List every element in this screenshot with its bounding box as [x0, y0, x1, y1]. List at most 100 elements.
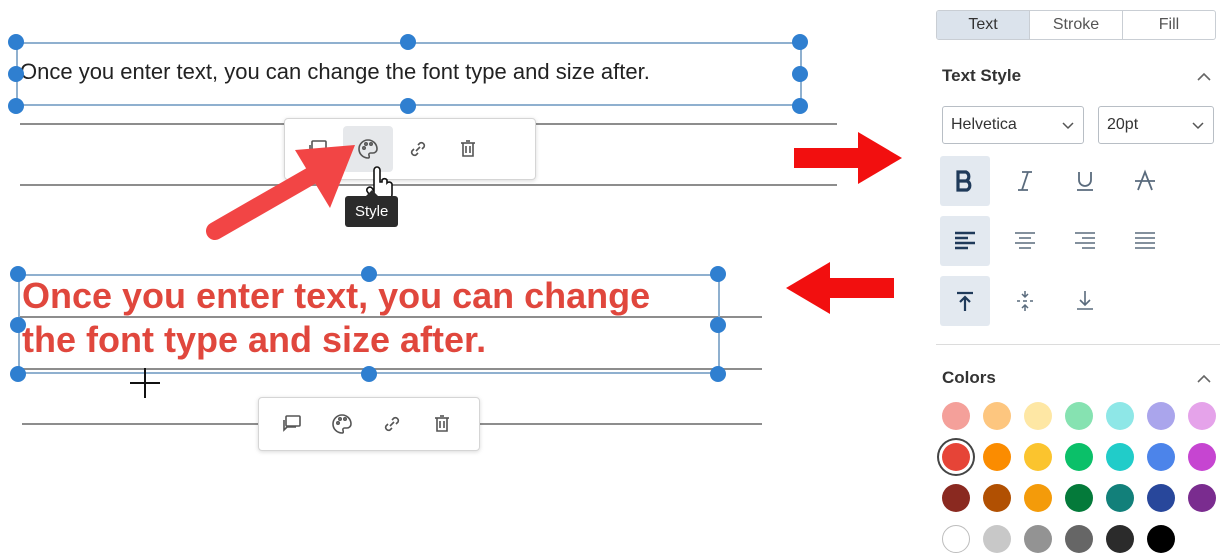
element-toolbar-bottom — [258, 397, 480, 451]
resize-handle[interactable] — [400, 34, 416, 50]
crosshair-cursor-icon — [130, 368, 160, 398]
resize-handle[interactable] — [792, 98, 808, 114]
color-swatch[interactable] — [983, 402, 1011, 430]
italic-button[interactable] — [1000, 156, 1050, 206]
bold-icon — [956, 170, 972, 192]
style-button[interactable] — [317, 404, 367, 444]
color-swatch[interactable] — [942, 443, 970, 471]
styled-text-line1: Once you enter text, you can change — [22, 275, 651, 316]
style-tabs: Text Stroke Fill — [936, 10, 1216, 40]
color-swatch[interactable] — [1065, 484, 1093, 512]
color-swatch[interactable] — [942, 484, 970, 512]
valign-bottom-button[interactable] — [1060, 276, 1110, 326]
delete-button[interactable] — [443, 126, 493, 172]
color-swatch[interactable] — [1065, 525, 1093, 553]
resize-handle[interactable] — [8, 66, 24, 82]
color-swatch[interactable] — [1065, 443, 1093, 471]
align-justify-icon — [1135, 232, 1155, 249]
color-swatch[interactable] — [1106, 484, 1134, 512]
color-swatch[interactable] — [1065, 402, 1093, 430]
link-button[interactable] — [367, 404, 417, 444]
resize-handle[interactable] — [400, 98, 416, 114]
colors-title: Colors — [942, 368, 996, 387]
color-swatch[interactable] — [1147, 402, 1175, 430]
tab-stroke[interactable]: Stroke — [1030, 11, 1123, 39]
resize-handle[interactable] — [10, 266, 26, 282]
color-swatch[interactable] — [1188, 484, 1216, 512]
tab-text[interactable]: Text — [937, 11, 1030, 39]
resize-handle[interactable] — [8, 98, 24, 114]
resize-handle[interactable] — [10, 317, 26, 333]
trash-icon — [435, 415, 449, 432]
color-swatch[interactable] — [983, 484, 1011, 512]
guide-line — [20, 184, 837, 186]
align-left-button[interactable] — [940, 216, 990, 266]
align-justify-button[interactable] — [1120, 216, 1170, 266]
color-swatch[interactable] — [1188, 443, 1216, 471]
chevron-up-icon[interactable] — [1196, 372, 1212, 384]
font-family-value: Helvetica — [951, 116, 1017, 133]
bold-button[interactable] — [940, 156, 990, 206]
color-swatch[interactable] — [983, 525, 1011, 553]
color-swatch[interactable] — [1024, 402, 1052, 430]
color-swatch[interactable] — [1147, 443, 1175, 471]
chevron-down-icon — [1192, 122, 1204, 130]
valign-middle-icon — [1017, 291, 1033, 311]
text-style-title: Text Style — [942, 66, 1022, 85]
resize-handle[interactable] — [10, 366, 26, 382]
resize-handle[interactable] — [710, 266, 726, 282]
resize-handle[interactable] — [361, 366, 377, 382]
tab-fill[interactable]: Fill — [1123, 11, 1215, 39]
chevron-up-icon[interactable] — [1196, 70, 1212, 82]
color-swatch[interactable] — [1106, 402, 1134, 430]
color-swatch[interactable] — [1147, 484, 1175, 512]
align-center-button[interactable] — [1000, 216, 1050, 266]
color-swatch[interactable] — [1106, 525, 1134, 553]
color-swatch[interactable] — [942, 402, 970, 430]
valign-bottom-icon — [1077, 291, 1093, 310]
section-divider — [936, 344, 1220, 345]
arrow-left-icon — [786, 262, 894, 314]
color-swatch[interactable] — [1147, 525, 1175, 553]
resize-handle[interactable] — [792, 34, 808, 50]
color-swatch[interactable] — [1188, 402, 1216, 430]
align-right-icon — [1075, 232, 1095, 249]
color-swatch[interactable] — [1024, 443, 1052, 471]
link-icon — [410, 141, 426, 157]
resize-handle[interactable] — [710, 366, 726, 382]
underline-button[interactable] — [1060, 156, 1110, 206]
valign-middle-button[interactable] — [1000, 276, 1050, 326]
italic-icon — [1018, 171, 1032, 191]
link-icon — [384, 416, 400, 432]
link-button[interactable] — [393, 126, 443, 172]
resize-handle[interactable] — [8, 34, 24, 50]
valign-top-button[interactable] — [940, 276, 990, 326]
align-left-icon — [955, 231, 975, 250]
palette-icon — [332, 414, 352, 434]
color-swatch[interactable] — [1106, 443, 1134, 471]
color-swatch[interactable] — [1024, 484, 1052, 512]
resize-handle[interactable] — [710, 317, 726, 333]
arrow-right-icon — [794, 132, 902, 184]
top-text: Once you enter text, you can change the … — [20, 59, 650, 84]
styled-text-line2: the font type and size after. — [22, 319, 487, 360]
color-swatch[interactable] — [1024, 525, 1052, 553]
font-family-select[interactable]: Helvetica — [942, 106, 1084, 144]
resize-handle[interactable] — [361, 266, 377, 282]
valign-top-icon — [957, 291, 973, 311]
chevron-down-icon — [1062, 122, 1074, 130]
strikethrough-button[interactable] — [1120, 156, 1170, 206]
resize-handle[interactable] — [792, 66, 808, 82]
comment-button[interactable] — [267, 404, 317, 444]
trash-icon — [461, 140, 475, 157]
annotation-arrow-icon — [206, 145, 355, 240]
color-swatch[interactable] — [942, 525, 970, 553]
delete-button[interactable] — [417, 404, 467, 444]
font-size-select[interactable]: 20pt — [1098, 106, 1214, 144]
color-swatch[interactable] — [983, 443, 1011, 471]
strikethrough-icon — [1135, 169, 1155, 191]
comment-icon — [283, 415, 301, 432]
align-right-button[interactable] — [1060, 216, 1110, 266]
underline-icon — [1077, 172, 1093, 191]
style-panel: Text Stroke Fill Text Style Helvetica 20… — [926, 0, 1220, 553]
